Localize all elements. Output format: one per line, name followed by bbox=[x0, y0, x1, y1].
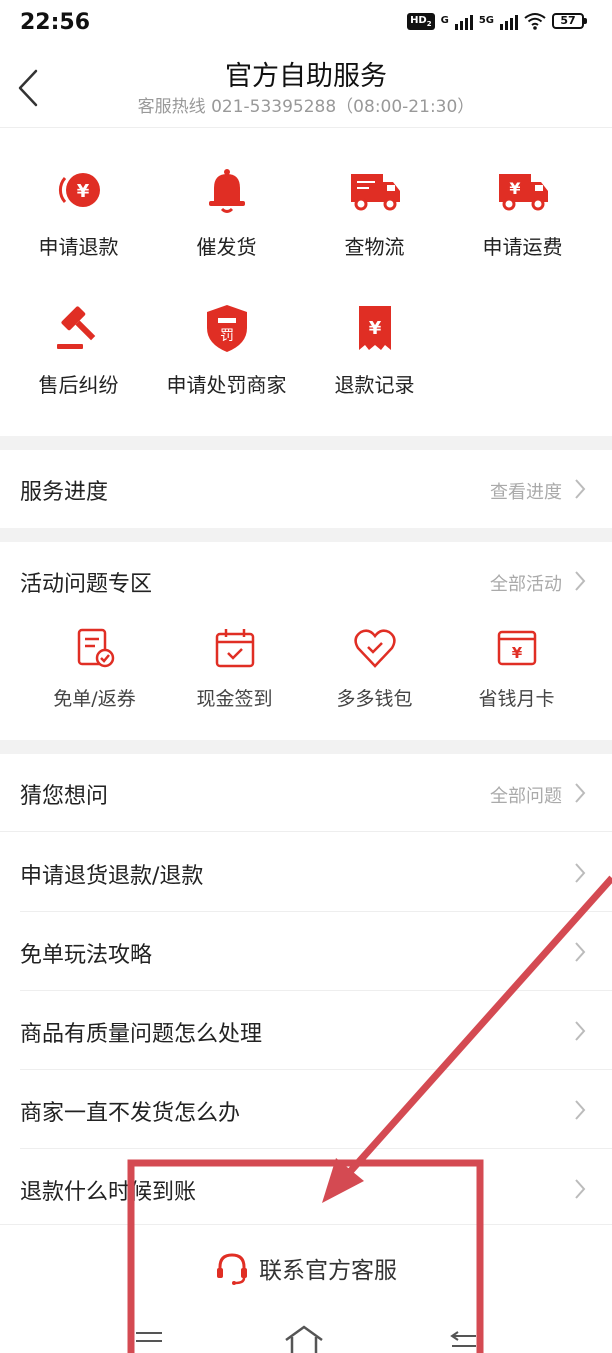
row-divider bbox=[20, 911, 612, 912]
row-divider bbox=[20, 1069, 612, 1070]
faq-item[interactable]: 商家一直不发货怎么办 bbox=[0, 1071, 612, 1149]
row-divider bbox=[20, 1148, 612, 1149]
system-nav-bar bbox=[0, 1308, 612, 1353]
faq-item[interactable]: 退款什么时候到账 bbox=[0, 1150, 612, 1228]
service-label: 退款记录 bbox=[334, 373, 415, 397]
contact-service-button[interactable]: 联系官方客服 bbox=[0, 1251, 612, 1285]
signal-icon bbox=[454, 12, 473, 30]
activity-label: 省钱月卡 bbox=[478, 688, 555, 710]
status-bar: 22:56 HD2 G 5G 57 bbox=[0, 0, 612, 48]
chevron-right-icon bbox=[575, 1021, 586, 1041]
chevron-right-icon bbox=[575, 863, 586, 883]
activity-header-row[interactable]: 活动问题专区 全部活动 bbox=[0, 542, 612, 620]
activity-cash-checkin[interactable]: 现金签到 bbox=[158, 626, 311, 726]
bell-icon bbox=[208, 169, 245, 213]
truck-icon bbox=[350, 174, 400, 211]
service-label: 售后纠纷 bbox=[38, 373, 119, 397]
faq-question: 商家一直不发货怎么办 bbox=[20, 1101, 241, 1126]
menu-icon[interactable] bbox=[134, 1330, 164, 1350]
chevron-right-icon bbox=[575, 783, 586, 803]
calendar-check-icon bbox=[215, 629, 254, 668]
svg-text:¥: ¥ bbox=[511, 644, 522, 662]
activity-label: 现金签到 bbox=[196, 688, 273, 710]
all-questions-link[interactable]: 全部问题 bbox=[490, 782, 562, 808]
section-divider bbox=[0, 740, 612, 754]
chevron-right-icon bbox=[575, 479, 586, 499]
activity-section-title: 活动问题专区 bbox=[20, 572, 153, 597]
service-penalize-merchant[interactable]: 罚 申请处罚商家 bbox=[150, 266, 303, 397]
signal-icon-2 bbox=[500, 12, 518, 30]
gavel-icon bbox=[56, 306, 95, 349]
faq-item[interactable]: 申请退货退款/退款 bbox=[0, 834, 612, 912]
faq-question: 退款什么时候到账 bbox=[20, 1180, 197, 1205]
free-order-icon bbox=[77, 628, 114, 668]
row-divider bbox=[20, 990, 612, 991]
faq-question: 商品有质量问题怎么处理 bbox=[20, 1022, 263, 1047]
row-divider bbox=[0, 831, 612, 832]
chevron-right-icon bbox=[575, 571, 586, 591]
activity-duoduo-wallet[interactable]: 多多钱包 bbox=[298, 626, 451, 726]
service-label: 申请运费 bbox=[482, 235, 563, 259]
activity-grid: 免单/返券 现金签到 多多钱包 ¥ 省钱月卡 bbox=[0, 626, 612, 738]
headset-icon bbox=[217, 1253, 247, 1285]
refund-yen-icon: ¥ bbox=[58, 173, 100, 207]
service-progress-title: 服务进度 bbox=[20, 480, 109, 505]
activity-monthly-card[interactable]: ¥ 省钱月卡 bbox=[440, 626, 593, 726]
service-progress-row[interactable]: 服务进度 查看进度 bbox=[0, 450, 612, 528]
service-label: 申请退款 bbox=[38, 235, 119, 259]
svg-text:¥: ¥ bbox=[509, 179, 520, 198]
all-activities-link[interactable]: 全部活动 bbox=[490, 570, 562, 596]
service-apply-refund[interactable]: ¥ 申请退款 bbox=[2, 128, 155, 259]
penalty-shield-icon: 罚 bbox=[206, 305, 247, 352]
service-label: 查物流 bbox=[344, 235, 405, 259]
status-time: 22:56 bbox=[20, 10, 91, 35]
hd-icon: HD2 bbox=[407, 12, 435, 30]
contact-service-bar[interactable]: 联系官方客服 bbox=[0, 1224, 612, 1308]
receipt-yen-icon: ¥ bbox=[358, 306, 391, 350]
svg-text:¥: ¥ bbox=[368, 318, 381, 339]
svg-text:¥: ¥ bbox=[76, 181, 89, 202]
back-nav-icon[interactable] bbox=[448, 1328, 480, 1352]
chevron-right-icon bbox=[575, 1179, 586, 1199]
chevron-right-icon bbox=[575, 942, 586, 962]
faq-question: 申请退货退款/退款 bbox=[20, 864, 204, 889]
service-label: 申请处罚商家 bbox=[166, 373, 287, 397]
activity-label: 多多钱包 bbox=[336, 688, 413, 710]
battery-icon: 57 bbox=[552, 13, 587, 29]
faq-question: 免单玩法攻略 bbox=[20, 943, 153, 968]
chevron-right-icon bbox=[575, 1100, 586, 1120]
wifi-icon bbox=[524, 13, 546, 30]
service-refund-records[interactable]: ¥ 退款记录 bbox=[298, 266, 451, 397]
network-type-2: 5G bbox=[478, 15, 494, 26]
service-urge-shipping[interactable]: 催发货 bbox=[150, 128, 303, 259]
service-track-logistics[interactable]: 查物流 bbox=[298, 128, 451, 259]
network-type-1: G bbox=[440, 15, 449, 26]
faq-section-title: 猜您想问 bbox=[20, 784, 109, 809]
faq-header-row[interactable]: 猜您想问 全部问题 bbox=[0, 754, 612, 832]
section-divider bbox=[0, 436, 612, 450]
page-title: 官方自助服务 bbox=[225, 61, 387, 92]
home-icon[interactable] bbox=[283, 1324, 325, 1353]
service-label: 催发货 bbox=[196, 235, 257, 259]
svg-text:罚: 罚 bbox=[220, 328, 234, 344]
view-progress-link[interactable]: 查看进度 bbox=[490, 478, 562, 504]
activity-label: 免单/返券 bbox=[53, 688, 136, 710]
section-divider bbox=[0, 528, 612, 542]
faq-item[interactable]: 免单玩法攻略 bbox=[0, 913, 612, 991]
monthly-card-icon: ¥ bbox=[497, 630, 536, 666]
service-after-sale-dispute[interactable]: 售后纠纷 bbox=[2, 266, 155, 397]
truck-yen-icon: ¥ bbox=[498, 174, 548, 211]
activity-free-order[interactable]: 免单/返券 bbox=[18, 626, 171, 726]
service-grid: ¥ 申请退款 催发货 查物流 ¥ 申请运费 售后纠纷 罚 申请处罚商家 ¥ 退款… bbox=[0, 128, 612, 436]
contact-service-label: 联系官方客服 bbox=[259, 1258, 397, 1284]
hotline-text: 客服热线 021-53395288（08:00-21:30） bbox=[137, 97, 475, 117]
service-apply-freight[interactable]: ¥ 申请运费 bbox=[446, 128, 599, 259]
heart-wallet-icon bbox=[353, 629, 396, 668]
faq-item[interactable]: 商品有质量问题怎么处理 bbox=[0, 992, 612, 1070]
page-header: 官方自助服务 客服热线 021-53395288（08:00-21:30） bbox=[0, 48, 612, 128]
status-icons: HD2 G 5G 57 bbox=[407, 12, 587, 30]
